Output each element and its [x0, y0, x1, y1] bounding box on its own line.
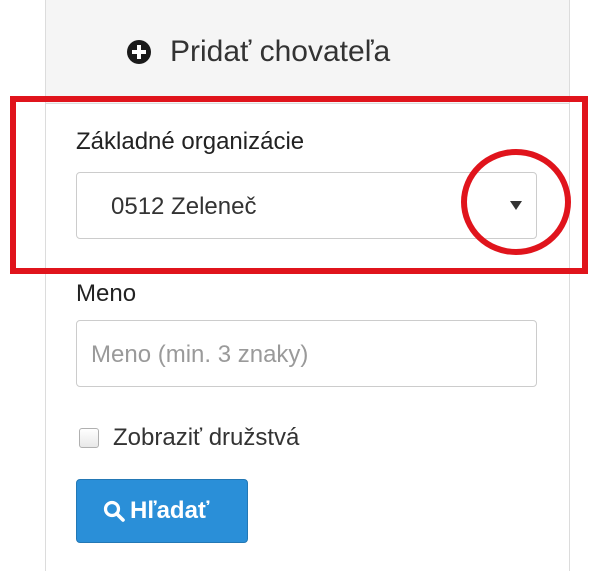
search-icon: [103, 500, 125, 522]
name-label: Meno: [76, 280, 137, 307]
highlight-circle: [461, 149, 571, 255]
show-cooperatives-label[interactable]: Zobraziť družstvá: [113, 424, 299, 452]
panel-header: Pridať chovateľa: [46, 0, 569, 104]
panel-title: Pridať chovateľa: [170, 35, 391, 68]
screenshot-stage: Pridať chovateľa Základné organizácie 05…: [0, 0, 596, 571]
search-button-label: Hľadať: [130, 497, 210, 524]
name-input-placeholder: Meno (min. 3 znaky): [91, 341, 309, 368]
plus-circle-icon: [127, 40, 151, 64]
search-button[interactable]: Hľadať: [76, 479, 248, 543]
name-input[interactable]: Meno (min. 3 znaky): [76, 320, 537, 387]
show-cooperatives-checkbox[interactable]: [79, 428, 99, 448]
